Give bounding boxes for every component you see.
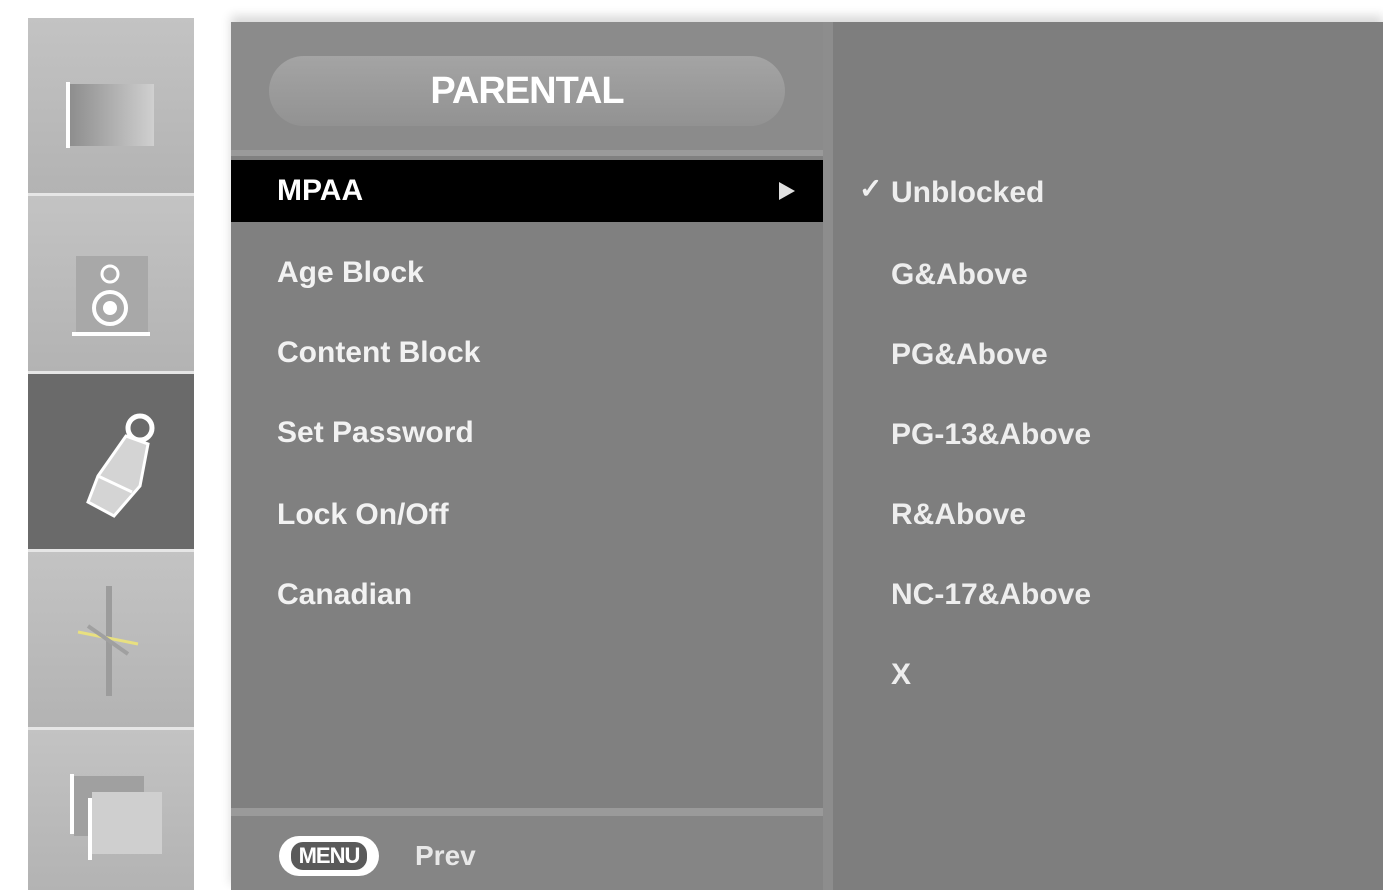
option-nc17-above[interactable]: NC-17&Above: [891, 570, 1091, 620]
menu-item-lock-on-off[interactable]: Lock On/Off: [231, 484, 823, 546]
sidebar-item-audio[interactable]: [28, 196, 194, 371]
option-x[interactable]: X: [891, 650, 911, 700]
antenna-icon: [77, 586, 139, 696]
lock-icon: [86, 413, 155, 518]
options-column: ✓ Unblocked G&Above PG&Above PG-13&Above…: [833, 22, 1383, 890]
page-title: PARENTAL: [269, 56, 785, 126]
prev-label: Prev: [415, 840, 476, 871]
sidebar-item-picture[interactable]: [28, 18, 194, 193]
menu-item-set-password[interactable]: Set Password: [231, 402, 823, 464]
option-unblocked[interactable]: Unblocked: [891, 168, 1044, 218]
sidebar-item-parental[interactable]: [28, 374, 194, 549]
check-icon: ✓: [859, 173, 883, 204]
menu-item-label: Lock On/Off: [277, 498, 449, 531]
menu-item-canadian[interactable]: Canadian: [231, 564, 823, 626]
speaker-icon: [72, 256, 150, 336]
sidebar: [28, 18, 194, 890]
menu-column: PARENTAL MPAA Age Block Content Block Se…: [231, 22, 827, 890]
footer: MENU Prev: [231, 816, 823, 890]
menu-button-label: MENU: [290, 842, 368, 870]
column-divider: [823, 22, 833, 890]
option-pg-above[interactable]: PG&Above: [891, 330, 1048, 380]
menu-item-label: MPAA: [277, 174, 364, 207]
arrow-right-icon: [779, 182, 795, 200]
sidebar-item-option[interactable]: [28, 730, 194, 890]
option-pg13-above[interactable]: PG-13&Above: [891, 410, 1091, 460]
screen-option-icon: [70, 774, 162, 860]
option-r-above[interactable]: R&Above: [891, 490, 1026, 540]
menu-item-content-block[interactable]: Content Block: [231, 322, 823, 384]
divider: [231, 150, 823, 156]
menu-item-label: Age Block: [277, 256, 424, 289]
menu-item-label: Content Block: [277, 336, 481, 369]
divider: [231, 808, 823, 816]
sidebar-item-setup[interactable]: [28, 552, 194, 727]
menu-item-label: Canadian: [277, 578, 413, 611]
option-g-above[interactable]: G&Above: [891, 250, 1028, 300]
menu-item-mpaa[interactable]: MPAA: [231, 160, 823, 222]
picture-frame-icon: [66, 82, 154, 148]
title-band: PARENTAL: [231, 22, 823, 150]
osd-panel: PARENTAL MPAA Age Block Content Block Se…: [231, 22, 1383, 890]
menu-item-age-block[interactable]: Age Block: [231, 242, 823, 304]
menu-item-label: Set Password: [277, 416, 474, 449]
menu-button[interactable]: MENU: [279, 836, 379, 876]
